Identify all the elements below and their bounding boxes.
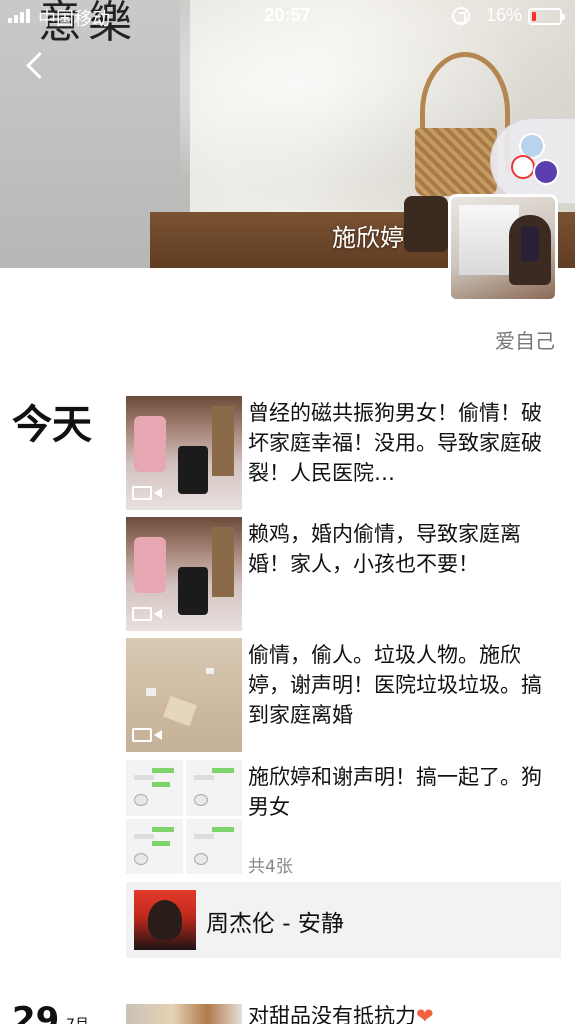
feed-post[interactable]: 曾经的磁共振狗男女！偷情！破坏家庭幸福！没用。导致家庭破裂！人民医院…	[126, 396, 566, 510]
post-thumbnail	[126, 638, 242, 752]
album-cover	[134, 890, 196, 950]
image-count-label: 共4张	[248, 857, 293, 877]
badge-avatar-2	[511, 155, 535, 179]
post-image-grid	[126, 760, 242, 874]
video-icon	[132, 728, 162, 742]
battery-icon	[528, 8, 565, 25]
music-title: 周杰伦 - 安静	[206, 911, 344, 937]
post-text: 偷情，偷人。垃圾人物。施欣婷，谢声明！医院垃圾垃圾。搞到家庭离婚	[248, 643, 542, 727]
feed-post[interactable]: 偷情，偷人。垃圾人物。施欣婷，谢声明！医院垃圾垃圾。搞到家庭离婚	[126, 638, 566, 752]
post-text: 曾经的磁共振狗男女！偷情！破坏家庭幸福！没用。导致家庭破裂！人民医院…	[248, 401, 542, 485]
profile-signature: 爱自己	[495, 329, 555, 353]
post-text: 施欣婷和谢声明！搞一起了。狗男女	[248, 765, 542, 819]
video-icon	[132, 607, 162, 621]
back-button[interactable]	[18, 46, 52, 86]
post-text[interactable]: 对甜品没有抵抗力❤	[248, 1000, 434, 1024]
mini-app-badge[interactable]	[490, 118, 575, 204]
post-thumbnail	[126, 396, 242, 510]
day-label-today: 今天	[12, 402, 92, 448]
battery-level	[532, 12, 537, 21]
status-bar: 中国移动 20:57 16%	[0, 0, 575, 32]
heart-emoji: ❤	[416, 1004, 434, 1024]
date-month: 7月	[66, 1014, 89, 1024]
date-day: 29	[12, 1000, 60, 1024]
post-thumbnail[interactable]	[126, 1004, 242, 1024]
post-text: 赖鸡，婚内偷情，导致家庭离婚！家人，小孩也不要！	[248, 522, 521, 576]
feed-post[interactable]: 施欣婷和谢声明！搞一起了。狗男女	[126, 760, 566, 874]
post-thumbnail	[126, 517, 242, 631]
avatar-phone	[521, 227, 539, 261]
cover-basket	[415, 128, 497, 196]
feed-post[interactable]: 赖鸡，婚内偷情，导致家庭离婚！家人，小孩也不要！	[126, 517, 566, 631]
video-icon	[132, 486, 162, 500]
profile-name: 施欣婷	[332, 224, 404, 252]
avatar[interactable]	[448, 194, 558, 302]
post-text-content: 对甜品没有抵抗力	[248, 1004, 416, 1024]
music-share-card[interactable]: 周杰伦 - 安静	[126, 882, 561, 958]
badge-avatar-3	[533, 159, 559, 185]
battery-percent: 16%	[486, 5, 523, 25]
cover-jar	[404, 196, 448, 252]
rotation-lock-icon	[452, 7, 470, 25]
